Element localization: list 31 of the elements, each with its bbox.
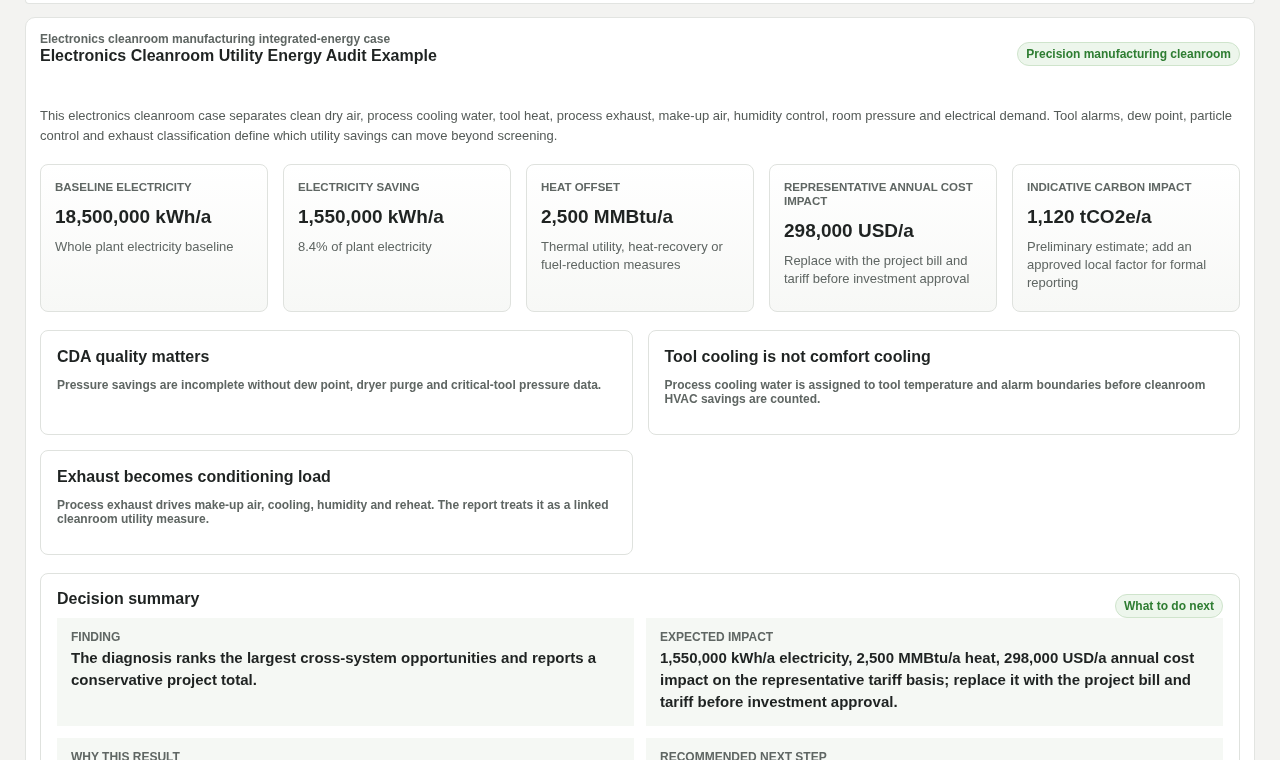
case-category: Electronics cleanroom manufacturing integrated-energy case: [40, 32, 392, 46]
metric-label: HEAT OFFSET: [541, 180, 621, 194]
summary-text: The diagnosis ranks the largest cross-system opportunities and reports a conservative project total.: [71, 648, 598, 690]
case-title: Electronics Cleanroom Utility Energy Audit Example: [40, 47, 437, 65]
intro-paragraph: This electronics cleanroom case separates clean dry air, process cooling water, tool heat, process exhaust, make-up air, humidity control, room pressure and electrical demand. Tool alarms, dew point, particle control and exhaust classification define which utility savings can move beyond screening.: [40, 107, 1233, 145]
metric-note: Thermal utility, heat-recovery or fuel-reduction measures: [541, 238, 724, 274]
metric-value: 1,120 tCO2e/a: [1027, 206, 1153, 228]
metric-value: 1,550,000 kWh/a: [298, 206, 445, 228]
metric-value: 2,500 MMBtu/a: [541, 206, 674, 228]
metric-label: INDICATIVE CARBON IMPACT: [1027, 180, 1193, 194]
summary-label: FINDING: [71, 630, 122, 644]
insight-text: Process cooling water is assigned to tool temperature and alarm boundaries before cleanroom HVAC savings are counted.: [664, 378, 1207, 406]
category-tag: Precision manufacturing cleanroom: [1017, 42, 1240, 66]
insight-title: CDA quality matters: [57, 348, 211, 366]
metric-label: BASELINE ELECTRICITY: [55, 180, 193, 194]
summary-title: Decision summary: [57, 590, 200, 608]
metric-note: Whole plant electricity baseline: [55, 238, 235, 256]
summary-text: 1,550,000 kWh/a electricity, 2,500 MMBtu/a heat, 298,000 USD/a annual cost impact on the representative tariff basis; replace it with the project bill and tariff before investment approval.: [660, 648, 1196, 712]
insight-title: Exhaust becomes conditioning load: [57, 468, 332, 486]
insight-text: Pressure savings are incomplete without dew point, dryer purge and critical-tool pressure data.: [57, 378, 603, 392]
metric-note: Replace with the project bill and tariff before investment approval: [784, 252, 971, 288]
insight-title: Tool cooling is not comfort cooling: [664, 348, 932, 366]
metric-label: REPRESENTATIVE ANNUAL COST IMPACT: [784, 180, 974, 208]
metric-note: Preliminary estimate; add an approved local factor for formal reporting: [1027, 238, 1208, 292]
insight-text: Process exhaust drives make-up air, cooling, humidity and reheat. The report treats it as a linked cleanroom utility measure.: [57, 498, 610, 526]
next-step-tag: What to do next: [1115, 594, 1223, 618]
metric-note: 8.4% of plant electricity: [298, 238, 433, 256]
summary-label: EXPECTED IMPACT: [660, 630, 775, 644]
metric-label: ELECTRICITY SAVING: [298, 180, 421, 194]
metric-value: 298,000 USD/a: [784, 220, 915, 242]
metric-value: 18,500,000 kWh/a: [55, 206, 213, 228]
